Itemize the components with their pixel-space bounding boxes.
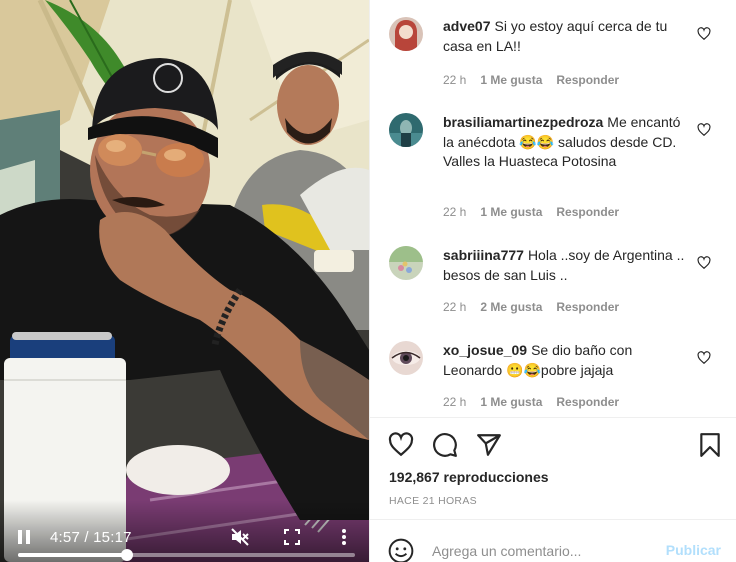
reply-button[interactable]: Responder <box>556 300 619 314</box>
avatar-image <box>389 113 423 147</box>
comment-likes[interactable]: 1 Me gusta <box>480 205 542 219</box>
avatar[interactable] <box>389 341 423 375</box>
comment-username[interactable]: brasiliamartinezpedroza <box>443 114 603 130</box>
video-controls: 4:57 / 15:17 <box>0 512 369 562</box>
avatar-image <box>389 341 423 375</box>
progress-handle[interactable] <box>121 549 134 561</box>
video-frame <box>0 0 369 562</box>
video-player[interactable]: 4:57 / 15:17 <box>0 0 369 562</box>
avatar-image <box>389 17 423 51</box>
fullscreen-icon <box>284 529 300 545</box>
comment-username[interactable]: adve07 <box>443 18 490 34</box>
comment-text-block: xo_josue_09 Se dio baño con Leonardo 😬😂po… <box>443 341 693 380</box>
heart-icon[interactable] <box>388 432 414 458</box>
progress-bar[interactable] <box>18 549 355 561</box>
comment-text-block: brasiliamartinezpedroza Me encantó la ané… <box>443 113 693 172</box>
comment-list: adve07 Si yo estoy aquí cerca de tu casa … <box>370 0 736 417</box>
like-comment-heart-icon[interactable] <box>697 123 711 137</box>
comment-meta: 22 h 1 Me gusta Responder <box>443 205 619 219</box>
view-count[interactable]: 192,867 reproducciones <box>389 469 549 485</box>
pause-icon <box>18 530 30 544</box>
comment-meta: 22 h 1 Me gusta Responder <box>443 395 619 409</box>
avatar[interactable] <box>389 113 423 147</box>
comment-meta: 22 h 1 Me gusta Responder <box>443 73 619 87</box>
comment-time: 22 h <box>443 205 467 219</box>
duration: 15:17 <box>93 528 132 546</box>
current-time: 4:57 <box>50 528 80 546</box>
like-comment-heart-icon[interactable] <box>697 351 711 365</box>
comment-time: 22 h <box>443 73 467 87</box>
comment-time: 22 h <box>443 300 467 314</box>
post-actions: 192,867 reproducciones HACE 21 HORAS <box>370 417 736 522</box>
pause-button[interactable] <box>14 527 34 547</box>
comment-likes[interactable]: 1 Me gusta <box>480 73 542 87</box>
reply-button[interactable]: Responder <box>556 73 619 87</box>
comment-username[interactable]: sabriiina777 <box>443 247 524 263</box>
bookmark-icon[interactable] <box>697 432 723 458</box>
avatar[interactable] <box>389 17 423 51</box>
comment-meta: 22 h 2 Me gusta Responder <box>443 300 619 314</box>
emoji-icon[interactable] <box>388 538 414 562</box>
progress-fill <box>18 553 128 557</box>
comment-input[interactable] <box>432 540 642 562</box>
comment-icon[interactable] <box>432 432 458 458</box>
add-comment-bar: Publicar <box>370 519 736 562</box>
more-options-button[interactable] <box>333 526 355 548</box>
share-icon[interactable] <box>476 432 502 458</box>
reply-button[interactable]: Responder <box>556 395 619 409</box>
avatar-image <box>389 246 423 280</box>
fullscreen-button[interactable] <box>281 526 303 548</box>
comment-likes[interactable]: 2 Me gusta <box>480 300 542 314</box>
publish-button[interactable]: Publicar <box>666 542 721 558</box>
comment-username[interactable]: xo_josue_09 <box>443 342 527 358</box>
comment-text-block: sabriiina777 Hola ..soy de Argentina .. b… <box>443 246 693 285</box>
comment-text-block: adve07 Si yo estoy aquí cerca de tu casa … <box>443 17 693 56</box>
comments-panel: adve07 Si yo estoy aquí cerca de tu casa … <box>369 0 736 562</box>
avatar[interactable] <box>389 246 423 280</box>
mute-button[interactable] <box>229 526 251 548</box>
post-timestamp[interactable]: HACE 21 HORAS <box>389 495 477 507</box>
like-comment-heart-icon[interactable] <box>697 256 711 270</box>
comment-time: 22 h <box>443 395 467 409</box>
video-time: 4:57 / 15:17 <box>50 529 132 546</box>
reply-button[interactable]: Responder <box>556 205 619 219</box>
muted-speaker-icon <box>231 528 249 546</box>
comment-likes[interactable]: 1 Me gusta <box>480 395 542 409</box>
like-comment-heart-icon[interactable] <box>697 27 711 41</box>
more-vertical-icon <box>342 529 346 545</box>
time-separator: / <box>84 528 89 546</box>
